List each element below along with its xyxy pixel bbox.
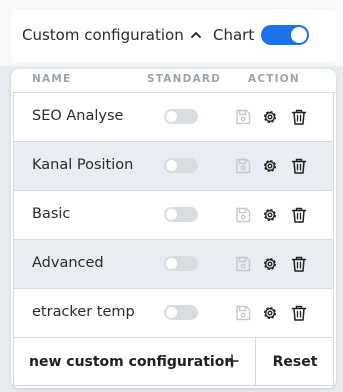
gear-icon[interactable] [261,255,279,273]
row-name: Basic [32,206,71,222]
trash-icon[interactable] [290,255,308,273]
header-standard: STANDARD [147,73,222,85]
new-custom-configuration-button[interactable]: new custom configuration [14,338,256,385]
row-name: Advanced [32,255,104,271]
custom-configuration-dropdown[interactable]: Custom configuration [22,26,202,44]
row-name: SEO Analyse [32,108,124,124]
save-icon[interactable] [234,206,252,224]
header-name: NAME [32,73,72,85]
trash-icon[interactable] [290,206,308,224]
table-row[interactable]: etracker temp [13,289,334,338]
table-row[interactable]: SEO Analyse [13,93,334,142]
gear-icon[interactable] [261,206,279,224]
gear-icon[interactable] [261,157,279,175]
top-bar: Custom configuration Chart [0,0,343,66]
table-row[interactable]: Advanced [13,240,334,289]
panel-footer: new custom configuration Reset [13,338,334,386]
save-icon[interactable] [234,304,252,322]
header-action: ACTION [248,73,300,85]
standard-toggle[interactable] [164,109,198,124]
row-name: etracker temp [32,304,135,320]
standard-toggle-knob [166,111,177,122]
save-icon[interactable] [234,255,252,273]
row-name: Kanal Position [32,157,134,173]
custom-configuration-label: Custom configuration [22,26,184,44]
table-header: NAME STANDARD ACTION [11,69,336,91]
configuration-list: SEO Analyse Kanal Position Basic Advance… [13,92,334,338]
chevron-up-icon [190,32,201,38]
standard-toggle[interactable] [164,207,198,222]
reset-button[interactable]: Reset [257,338,333,385]
table-row[interactable]: Kanal Position [13,142,334,191]
reset-label: Reset [272,353,318,370]
trash-icon[interactable] [290,157,308,175]
top-bar-inner: Custom configuration Chart [11,10,336,62]
trash-icon[interactable] [290,304,308,322]
standard-toggle-knob [166,307,177,318]
gear-icon[interactable] [261,304,279,322]
standard-toggle-knob [166,258,177,269]
new-custom-configuration-label: new custom configuration [29,353,235,370]
table-row[interactable]: Basic [13,191,334,240]
chart-label: Chart [213,26,255,44]
standard-toggle[interactable] [164,256,198,271]
gear-icon[interactable] [261,108,279,126]
configuration-panel: NAME STANDARD ACTION SEO Analyse Kanal P… [11,69,336,388]
save-icon[interactable] [234,108,252,126]
chart-toggle-knob [291,27,307,43]
standard-toggle[interactable] [164,305,198,320]
standard-toggle-knob [166,160,177,171]
standard-toggle[interactable] [164,158,198,173]
trash-icon[interactable] [290,108,308,126]
plus-icon [225,354,239,368]
standard-toggle-knob [166,209,177,220]
chart-toggle[interactable] [261,25,309,45]
save-icon[interactable] [234,157,252,175]
